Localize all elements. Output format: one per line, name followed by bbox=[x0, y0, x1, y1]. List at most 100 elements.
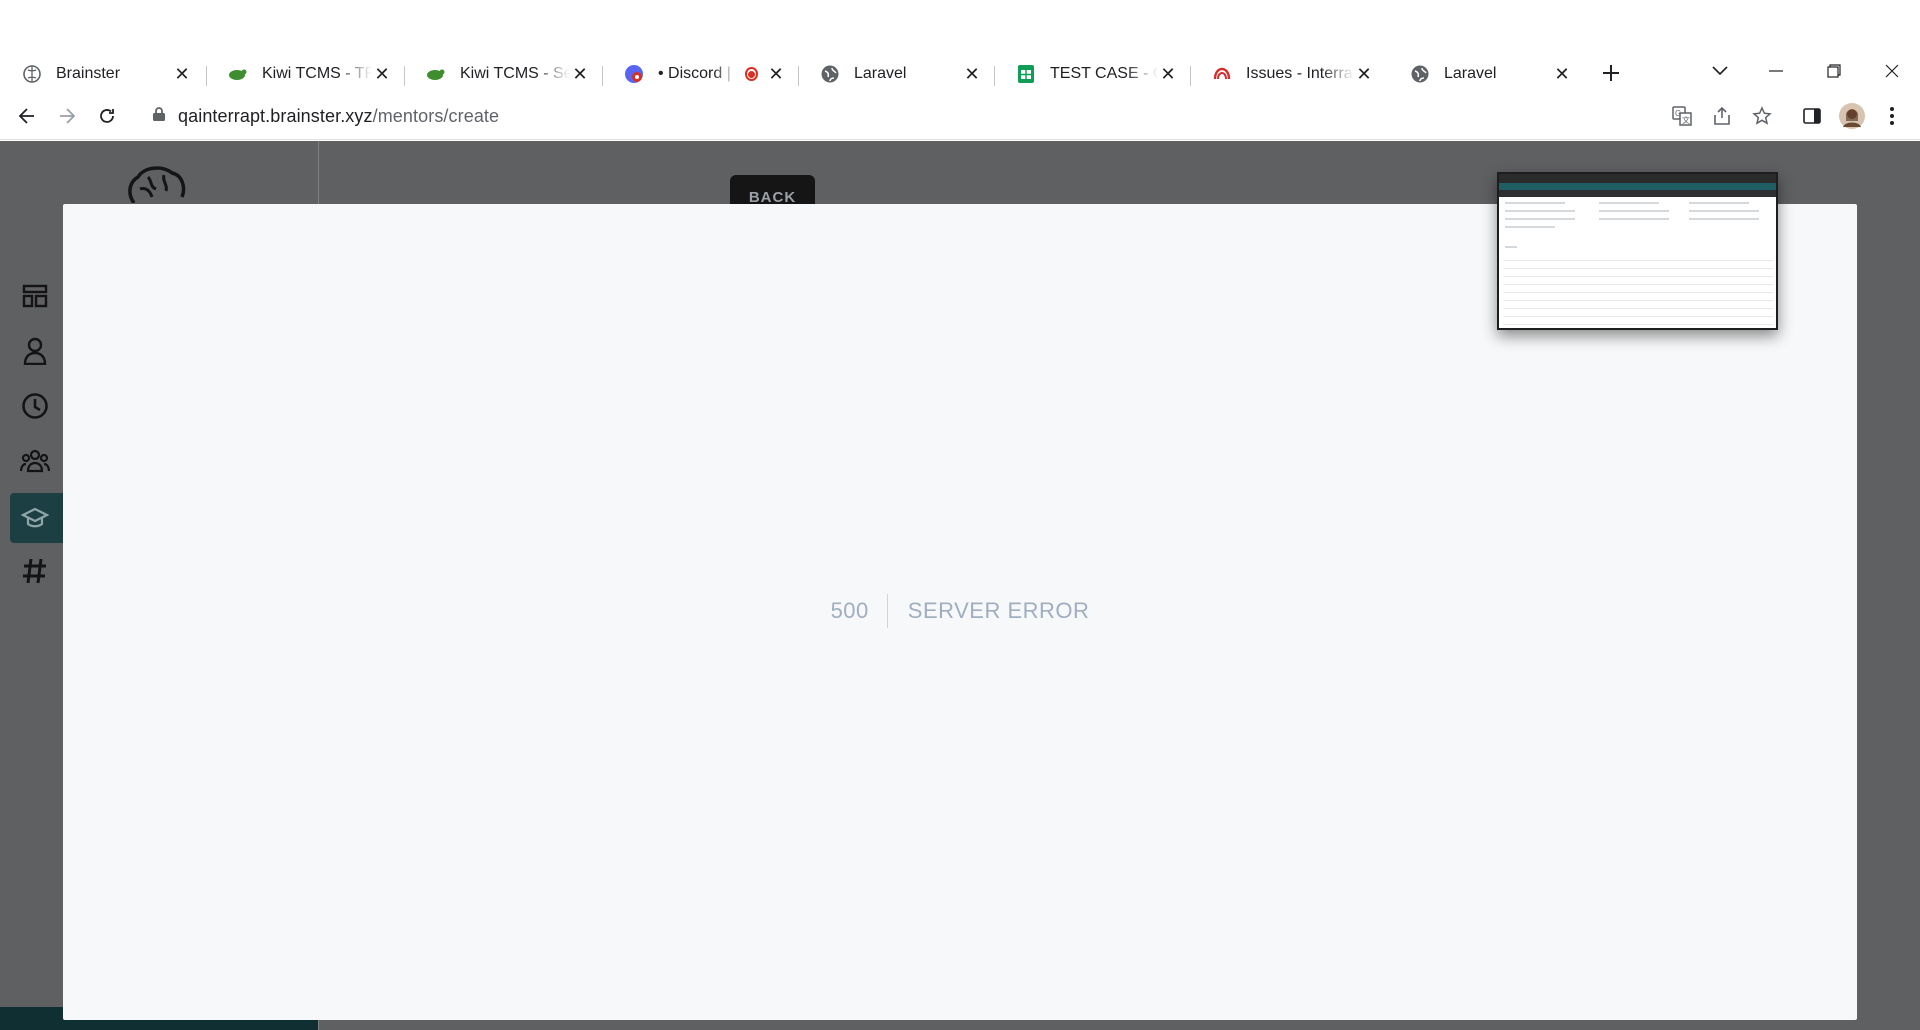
recording-indicator-icon bbox=[745, 67, 758, 81]
restore-icon bbox=[1827, 64, 1841, 78]
sheets-icon bbox=[1016, 64, 1036, 84]
minimize-button[interactable] bbox=[1756, 56, 1796, 86]
avatar bbox=[1839, 103, 1865, 129]
kiwi-icon bbox=[426, 64, 446, 84]
close-tab-icon[interactable]: ✕ bbox=[1552, 64, 1572, 84]
thumb-line bbox=[1689, 210, 1759, 212]
close-tab-icon[interactable]: ✕ bbox=[1354, 64, 1374, 84]
thumb-row bbox=[1503, 260, 1773, 261]
tab-kiwi-search[interactable]: Kiwi TCMS - Sear ✕ bbox=[404, 56, 602, 92]
close-tab-icon[interactable]: ✕ bbox=[962, 64, 982, 84]
screenshot-thumbnail[interactable] bbox=[1497, 172, 1778, 330]
translate-button[interactable]: G文 bbox=[1666, 100, 1698, 132]
tab-search-button[interactable] bbox=[1700, 56, 1740, 86]
minimize-icon bbox=[1769, 70, 1783, 72]
error-message: 500 SERVER ERROR bbox=[63, 594, 1857, 628]
side-panel-icon bbox=[1803, 108, 1821, 124]
thumb-line bbox=[1599, 218, 1669, 220]
window-top-area bbox=[0, 0, 1920, 52]
share-icon bbox=[1714, 106, 1730, 125]
tab-title: TEST CASE - Goo bbox=[1050, 65, 1158, 82]
thumb-row bbox=[1503, 284, 1773, 285]
clock-icon[interactable] bbox=[20, 391, 50, 421]
arrow-right-icon bbox=[60, 108, 76, 124]
brain-logo-icon bbox=[126, 163, 188, 208]
thumb-line bbox=[1505, 210, 1575, 212]
tab-brainster[interactable]: Brainster ✕ bbox=[0, 56, 204, 92]
user-icon[interactable] bbox=[20, 336, 50, 366]
thumb-line bbox=[1689, 218, 1759, 220]
thumb-row bbox=[1503, 324, 1773, 325]
thumb-row bbox=[1503, 276, 1773, 277]
share-button[interactable] bbox=[1706, 100, 1738, 132]
translate-icon: G文 bbox=[1672, 106, 1692, 126]
url-host: qainterrapt.brainster.xyz bbox=[178, 106, 373, 126]
graduation-cap-icon[interactable] bbox=[20, 503, 50, 533]
thumb-row bbox=[1503, 316, 1773, 317]
close-tab-icon[interactable]: ✕ bbox=[372, 64, 392, 84]
tab-title: • Discord | gr bbox=[658, 65, 737, 82]
kiwi-icon bbox=[228, 64, 248, 84]
new-tab-button[interactable] bbox=[1598, 60, 1624, 86]
reload-icon bbox=[100, 109, 114, 123]
globe-icon bbox=[22, 64, 42, 84]
bookmark-button[interactable] bbox=[1746, 100, 1778, 132]
back-nav-button[interactable] bbox=[11, 100, 43, 132]
profile-button[interactable] bbox=[1836, 100, 1868, 132]
close-icon bbox=[1885, 64, 1899, 78]
tab-title: Brainster bbox=[56, 65, 121, 82]
browser-toolbar: qainterrapt.brainster.xyz/mentors/create… bbox=[0, 92, 1920, 140]
svg-text:文: 文 bbox=[1682, 115, 1690, 125]
tab-title: Laravel bbox=[1444, 65, 1497, 82]
tab-title: Issues - Interrapt bbox=[1246, 65, 1354, 82]
url-path: /mentors/create bbox=[372, 106, 500, 126]
thumb-line bbox=[1599, 210, 1669, 212]
thumb-line bbox=[1505, 226, 1555, 228]
url-text: qainterrapt.brainster.xyz/mentors/create bbox=[178, 106, 499, 127]
svg-text:G: G bbox=[1675, 109, 1681, 118]
tab-strip: Brainster ✕ Kiwi TCMS - TR-1 ✕ Kiwi TCMS… bbox=[0, 52, 1920, 92]
dashboard-icon[interactable] bbox=[20, 281, 50, 311]
close-tab-icon[interactable]: ✕ bbox=[766, 64, 786, 84]
tab-issues[interactable]: Issues - Interrapt ✕ bbox=[1190, 56, 1386, 92]
close-tab-icon[interactable]: ✕ bbox=[172, 64, 192, 84]
tab-test-case-sheet[interactable]: TEST CASE - Goo ✕ bbox=[994, 56, 1190, 92]
close-tab-icon[interactable]: ✕ bbox=[570, 64, 590, 84]
thumb-toolbar bbox=[1499, 183, 1776, 190]
gitlab-icon bbox=[1212, 64, 1232, 84]
close-tab-icon[interactable]: ✕ bbox=[1158, 64, 1178, 84]
lock-icon bbox=[152, 106, 166, 127]
thumb-row bbox=[1503, 292, 1773, 293]
globe-icon bbox=[1410, 64, 1430, 84]
thumb-line bbox=[1505, 246, 1517, 248]
reload-button[interactable] bbox=[91, 100, 123, 132]
globe-icon bbox=[820, 64, 840, 84]
tab-kiwi-tr[interactable]: Kiwi TCMS - TR-1 ✕ bbox=[206, 56, 404, 92]
thumb-line bbox=[1599, 202, 1659, 204]
thumb-row bbox=[1503, 300, 1773, 301]
restore-button[interactable] bbox=[1814, 56, 1854, 86]
forward-nav-button[interactable] bbox=[51, 100, 83, 132]
chevron-down-icon bbox=[1712, 66, 1728, 76]
discord-icon bbox=[624, 64, 644, 84]
more-vert-icon bbox=[1890, 107, 1894, 125]
thumb-row bbox=[1503, 268, 1773, 269]
tab-laravel[interactable]: Laravel ✕ bbox=[798, 56, 994, 92]
side-panel-button[interactable] bbox=[1796, 100, 1828, 132]
tab-title: Kiwi TCMS - TR-1 bbox=[262, 65, 372, 82]
thumb-row bbox=[1503, 308, 1773, 309]
star-icon bbox=[1752, 106, 1772, 125]
tab-title: Laravel bbox=[854, 65, 907, 82]
tab-discord[interactable]: • Discord | gr ✕ bbox=[602, 56, 798, 92]
thumb-line bbox=[1505, 202, 1565, 204]
plus-icon bbox=[1603, 65, 1619, 81]
team-icon[interactable] bbox=[20, 446, 50, 476]
tab-title: Kiwi TCMS - Sear bbox=[460, 65, 570, 82]
thumb-line bbox=[1505, 218, 1575, 220]
hashtag-icon[interactable] bbox=[20, 556, 50, 586]
menu-button[interactable] bbox=[1876, 100, 1908, 132]
close-window-button[interactable] bbox=[1872, 56, 1912, 86]
address-bar[interactable]: qainterrapt.brainster.xyz/mentors/create bbox=[138, 96, 1678, 134]
thumb-nav bbox=[1499, 190, 1776, 197]
tab-laravel-active[interactable]: Laravel ✕ bbox=[1388, 56, 1584, 92]
